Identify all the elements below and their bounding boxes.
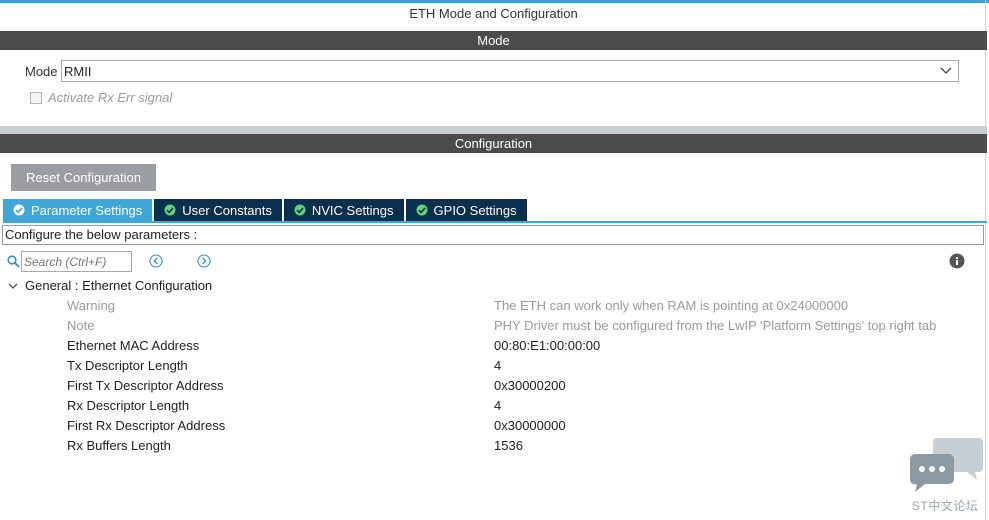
group-title: General : Ethernet Configuration [25,278,213,293]
info-icon[interactable] [949,253,965,269]
parameter-name: Warning [67,298,115,313]
window-title: ETH Mode and Configuration [409,6,578,21]
rx-err-option: Activate Rx Err signal [30,90,172,105]
chat-bubble-icon [909,438,983,492]
parameter-row[interactable]: Rx Descriptor Length 4 [0,395,987,415]
parameter-row[interactable]: First Rx Descriptor Address 0x30000000 [0,415,987,435]
search-input[interactable] [21,251,132,272]
parameter-value: 00:80:E1:00:00:00 [494,338,601,353]
settings-tabs: Parameter Settings User Constants NVIC S… [3,199,529,221]
parameter-value: 0x30000200 [494,378,566,393]
tab-label: Parameter Settings [31,202,143,218]
tab-parameter-settings[interactable]: Parameter Settings [3,199,153,221]
check-circle-icon [164,204,176,216]
instruction-text: Configure the below parameters : [2,225,984,245]
configuration-section-header: Configuration [0,134,987,153]
parameter-row[interactable]: Note PHY Driver must be configured from … [0,315,987,335]
chevron-down-icon [8,283,18,289]
section-divider [0,126,987,134]
parameter-value: The ETH can work only when RAM is pointi… [494,298,849,313]
parameter-name: Rx Descriptor Length [67,398,190,413]
tab-user-constants[interactable]: User Constants [154,199,282,221]
tab-gpio-settings[interactable]: GPIO Settings [405,199,527,221]
parameter-name: Note [67,318,95,333]
mode-select[interactable]: RMII [61,60,959,82]
parameter-value: 4 [494,358,502,373]
mode-label: Mode [25,64,58,79]
parameter-value: PHY Driver must be configured from the L… [494,318,937,333]
tab-nvic-settings[interactable]: NVIC Settings [283,199,404,221]
parameter-name: Tx Descriptor Length [67,358,188,373]
parameter-name: First Tx Descriptor Address [67,378,224,393]
previous-match-icon[interactable] [149,254,163,268]
check-circle-icon [416,204,428,216]
parameter-row[interactable]: Warning The ETH can work only when RAM i… [0,295,987,315]
rx-err-label: Activate Rx Err signal [48,90,173,105]
tab-label: User Constants [182,202,272,218]
parameter-value: 1536 [494,438,523,453]
search-icon [7,255,20,268]
mode-select-value: RMII [64,64,92,79]
parameter-name: First Rx Descriptor Address [67,418,226,433]
parameter-name: Ethernet MAC Address [67,338,200,353]
parameter-value: 0x30000000 [494,418,566,433]
forum-watermark: ST中文论坛 [912,499,979,513]
parameter-list: Warning The ETH can work only when RAM i… [0,295,987,455]
check-circle-icon [294,204,306,216]
rx-err-checkbox[interactable] [30,91,42,104]
parameter-value: 4 [494,398,502,413]
reset-configuration-button[interactable]: Reset Configuration [11,164,156,191]
parameter-row[interactable]: Rx Buffers Length 1536 [0,435,987,455]
tab-label: NVIC Settings [311,202,394,218]
next-match-icon[interactable] [197,254,211,268]
chevron-down-icon [940,67,952,74]
parameter-row[interactable]: First Tx Descriptor Address 0x30000200 [0,375,987,395]
tab-label: GPIO Settings [433,202,517,218]
tabs-underline [3,221,987,223]
mode-section-header: Mode [0,31,987,50]
parameter-row[interactable]: Ethernet MAC Address 00:80:E1:00:00:00 [0,335,987,355]
check-circle-icon [13,204,25,216]
parameter-row[interactable]: Tx Descriptor Length 4 [0,355,987,375]
group-ethernet-configuration[interactable]: General : Ethernet Configuration [8,278,212,293]
top-accent-bar [0,0,989,3]
parameter-name: Rx Buffers Length [67,438,171,453]
